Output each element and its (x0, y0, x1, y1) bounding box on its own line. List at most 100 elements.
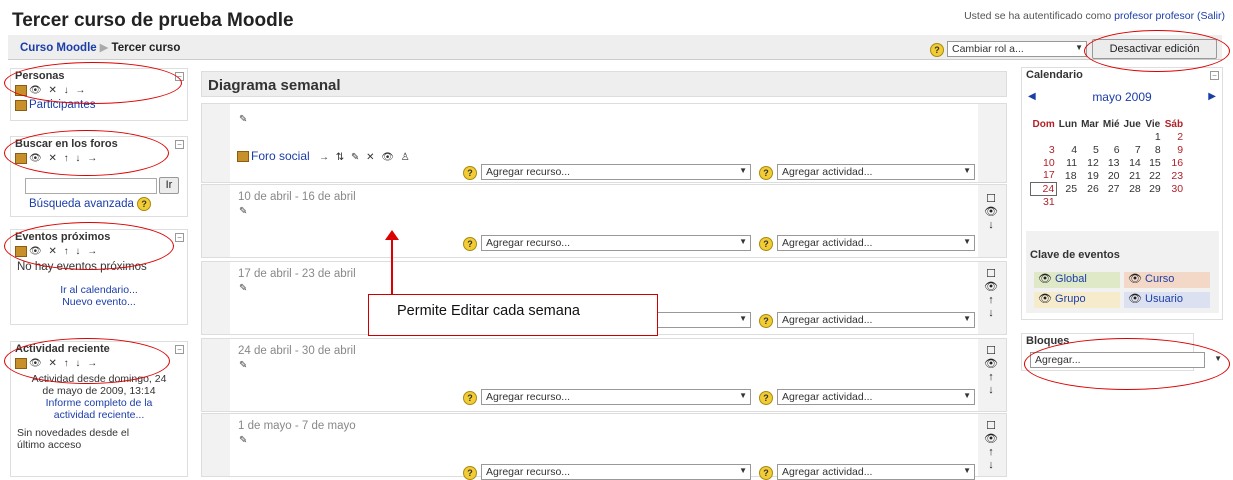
week-side-icons[interactable]: ☐ 👁 ↓ (984, 193, 998, 232)
collapse-icon[interactable]: − (175, 345, 184, 354)
chevron-down-icon: ▼ (963, 166, 971, 175)
calendar-day: 4 (1071, 143, 1078, 156)
help-icon[interactable]: ? (759, 237, 773, 251)
user-link[interactable]: profesor profesor (1114, 10, 1194, 22)
add-resource-select[interactable]: Agregar recurso...▼ (481, 464, 751, 480)
week-section: 10 de abril - 16 de abril ✎ ☐ 👁 ↓ ? Agrega… (201, 184, 1007, 258)
next-month-icon[interactable]: ▶ (1208, 91, 1216, 102)
chevron-down-icon: ▼ (1075, 43, 1083, 52)
annotation-ellipse (4, 338, 170, 384)
annotation-label: Permite Editar cada semana (368, 294, 658, 336)
calendar-day: 8 (1154, 143, 1161, 156)
calendar-day (1122, 195, 1143, 208)
breadcrumb-home[interactable]: Curso Moodle (20, 42, 97, 54)
add-activity-select[interactable]: Agregar actividad... ▼ (777, 164, 975, 180)
week-date: 10 de abril - 16 de abril (238, 191, 356, 203)
collapse-icon[interactable]: − (175, 233, 184, 242)
full-report-link-1[interactable]: Informe completo de la (11, 397, 187, 409)
add-activity-select[interactable]: Agregar actividad... ▼ (777, 235, 975, 251)
new-event-link[interactable]: Nuevo evento... (11, 296, 187, 308)
calendar-day: 3 (1048, 143, 1055, 156)
full-report-link-2[interactable]: actividad reciente... (11, 409, 187, 421)
calendar-day: 25 (1065, 182, 1078, 195)
edit-summary-icon[interactable]: ✎ (239, 435, 247, 446)
no-news-line2: último acceso (17, 439, 82, 452)
breadcrumb-separator: ▶ (99, 42, 109, 54)
role-switch-select[interactable]: Cambiar rol a... ▼ (947, 41, 1087, 57)
calendar-day: 27 (1107, 182, 1120, 195)
legend-group[interactable]: 👁 Grupo (1034, 292, 1120, 308)
calendar-day (1101, 130, 1122, 143)
calendar-day: 21 (1129, 169, 1141, 182)
edit-summary-icon[interactable]: ✎ (239, 114, 247, 125)
calendar-day: 28 (1129, 182, 1141, 195)
help-icon[interactable]: ? (759, 466, 773, 480)
block-title: Calendario (1026, 69, 1083, 81)
add-activity-select[interactable]: Agregar actividad... ▼ (777, 464, 975, 480)
help-icon[interactable]: ? (463, 391, 477, 405)
advanced-search-link[interactable]: Búsqueda avanzada ? (29, 197, 152, 211)
calendar-day: 23 (1171, 169, 1184, 182)
forum-icon (237, 151, 249, 163)
calendar-day (1057, 130, 1079, 143)
legend-global[interactable]: 👁 Global (1034, 272, 1120, 288)
legend-user[interactable]: 👁 Usuario (1124, 292, 1210, 308)
edit-summary-icon[interactable]: ✎ (239, 360, 247, 371)
calendar-day (1031, 130, 1057, 143)
help-icon[interactable]: ? (759, 391, 773, 405)
week-date: 24 de abril - 30 de abril (238, 345, 356, 357)
calendar-day: 30 (1171, 182, 1184, 195)
search-input[interactable] (25, 178, 157, 194)
edit-summary-icon[interactable]: ✎ (239, 206, 247, 217)
forum-edit-icons[interactable]: → ⇅ ✎ ✕ 👁 ♙ (319, 152, 412, 163)
calendar-day: 16 (1171, 156, 1184, 169)
add-resource-select[interactable]: Agregar recurso...▼ (481, 164, 751, 180)
help-icon[interactable]: ? (137, 197, 152, 211)
add-activity-select[interactable]: Agregar actividad... ▼ (777, 389, 975, 405)
help-icon[interactable]: ? (759, 166, 773, 180)
calendar-day: 14 (1129, 156, 1141, 169)
calendar-day: 1 (1154, 130, 1161, 143)
calendar-today[interactable]: 24 (1029, 181, 1058, 196)
calendar-day: 6 (1113, 143, 1120, 156)
calendar-month[interactable]: mayo 2009 (1022, 90, 1222, 104)
forum-row: Foro social → ⇅ ✎ ✕ 👁 ♙ (237, 149, 412, 163)
calendar-day: 10 (1043, 156, 1055, 169)
help-icon[interactable]: ? (759, 314, 773, 328)
day-header: Mié (1102, 119, 1120, 130)
help-icon[interactable]: ? (463, 237, 477, 251)
add-resource-select[interactable]: Agregar recurso...▼ (481, 235, 751, 251)
legend-course[interactable]: 👁 Curso (1124, 272, 1210, 288)
help-icon[interactable]: ? (463, 166, 477, 180)
eye-icon: 👁 (1128, 293, 1142, 305)
annotation-ellipse (1084, 30, 1230, 72)
calendar-day: 2 (1177, 130, 1184, 143)
edit-summary-icon[interactable]: ✎ (239, 283, 247, 294)
course-title: Tercer curso de prueba Moodle (12, 10, 294, 31)
calendar-day: 7 (1134, 143, 1141, 156)
calendar-day: 11 (1066, 156, 1078, 169)
calendar-grid: Dom Lun Mar Mié Jue Vie Sáb 1 2 3 4 5 6 … (1029, 119, 1186, 208)
people-icon (15, 99, 27, 111)
calendar-link[interactable]: Ir al calendario... (11, 284, 187, 296)
forum-link[interactable]: Foro social (251, 149, 310, 163)
help-icon[interactable]: ? (463, 466, 477, 480)
week-side-icons[interactable]: ☐ 👁 ↑ ↓ (984, 420, 998, 472)
logout-link[interactable]: (Salir) (1197, 10, 1225, 22)
day-header: Mar (1081, 119, 1099, 130)
collapse-icon[interactable]: − (1210, 71, 1219, 80)
eye-icon: 👁 (1038, 273, 1052, 285)
day-header: Lun (1058, 119, 1078, 130)
help-icon[interactable]: ? (930, 43, 944, 57)
add-activity-select[interactable]: Agregar actividad... ▼ (777, 312, 975, 328)
calendar-day (1143, 195, 1163, 208)
calendar-day: 15 (1149, 156, 1161, 169)
event-key-title: Clave de eventos (1030, 249, 1120, 261)
chevron-down-icon: ▼ (739, 237, 747, 246)
week-side-icons[interactable]: ☐ 👁 ↑ ↓ (984, 345, 998, 397)
collapse-icon[interactable]: − (175, 140, 184, 149)
week-side-icons[interactable]: ☐ 👁 ↑ ↓ (984, 268, 998, 320)
search-go-button[interactable]: Ir (159, 177, 179, 194)
add-resource-select[interactable]: Agregar recurso...▼ (481, 389, 751, 405)
calendar-day: 22 (1149, 169, 1161, 182)
